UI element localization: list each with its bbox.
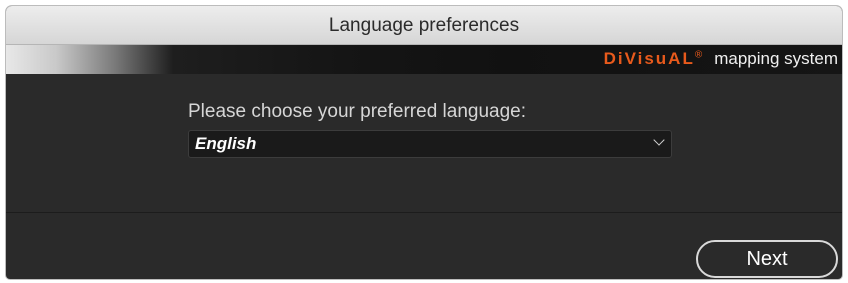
registered-mark: ® (694, 49, 705, 61)
selected-language: English (195, 134, 257, 153)
window-title: Language preferences (328, 15, 520, 36)
language-preferences-window: Language preferences DiVisuAL® mapping sy… (6, 6, 842, 279)
language-prompt: Please choose your preferred language: (188, 101, 527, 122)
language-select[interactable]: English (188, 130, 672, 158)
title-bar: Language preferences (6, 6, 842, 45)
brand-banner: DiVisuAL® mapping system (6, 45, 842, 74)
next-button[interactable]: Next (696, 240, 838, 278)
brand-tagline: mapping system (714, 49, 838, 68)
brand: DiVisuAL® mapping system (604, 49, 838, 69)
chevron-down-icon (653, 134, 665, 146)
divisual-logo: DiVisuAL® (604, 49, 705, 68)
logo-text: DiVisuAL (603, 49, 695, 68)
footer-divider (6, 212, 842, 213)
